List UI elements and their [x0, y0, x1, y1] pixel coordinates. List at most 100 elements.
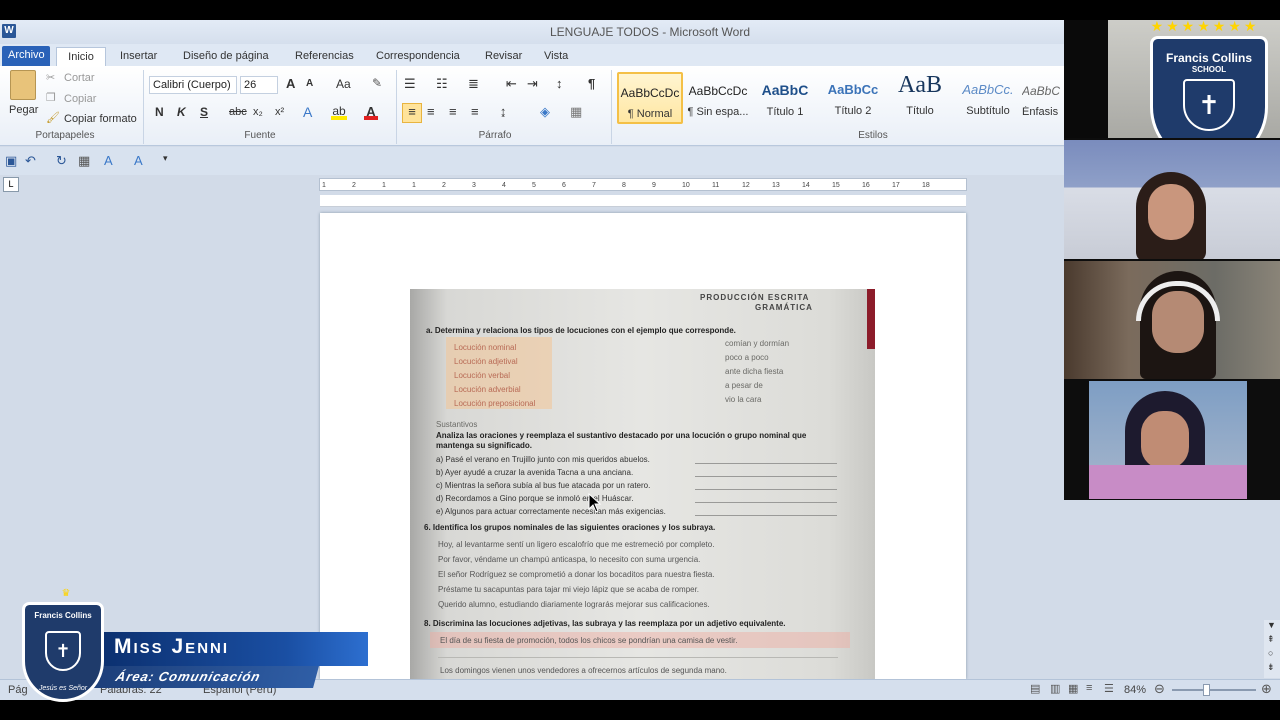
tab-inicio[interactable]: Inicio	[56, 47, 106, 66]
underline-button[interactable]: S	[200, 105, 208, 119]
video-tile-participant-3[interactable]	[1089, 381, 1247, 499]
multilevel-list-icon[interactable]: ≣	[468, 76, 479, 92]
tab-diseno-pagina[interactable]: Diseño de página	[177, 47, 275, 66]
redo-icon[interactable]: ↻	[56, 153, 67, 169]
scroll-down-icon[interactable]: ▼	[1267, 620, 1276, 630]
area-label: Área: Comunicación	[114, 669, 263, 684]
ruler-mark: 1	[412, 182, 416, 189]
shrink-font-button[interactable]: A	[306, 78, 313, 89]
video-tile-school-logo[interactable]: ★★★★★★★ Francis Collins SCHOOL ✝ Jesús e…	[1064, 20, 1280, 138]
align-left-icon[interactable]: ≡	[402, 103, 422, 123]
locution-example: poco a poco	[725, 353, 769, 362]
font-color-qat-icon[interactable]: A	[134, 153, 143, 168]
text-effects-icon[interactable]: A	[303, 104, 312, 120]
style-preview: AaBbCcDc	[688, 84, 748, 98]
font-color-icon[interactable]: A	[364, 104, 378, 120]
outline-icon[interactable]: ≡	[1086, 682, 1092, 694]
sort-icon[interactable]: ↕	[556, 76, 563, 91]
zoom-level[interactable]: 84%	[1124, 684, 1146, 696]
zoom-slider[interactable]	[1172, 689, 1256, 691]
print-layout-icon[interactable]: ▤	[1030, 682, 1040, 695]
align-right-icon[interactable]: ≡	[449, 104, 457, 119]
clear-format-icon[interactable]: ✎	[372, 76, 382, 90]
question-8-item: El día de su fiesta de promoción, todos …	[440, 636, 738, 645]
ruler-mark: 9	[652, 182, 656, 189]
numbering-icon[interactable]: ☷	[436, 76, 448, 92]
question-6: 6. Identifica los grupos nominales de la…	[424, 523, 716, 532]
strikethrough-button[interactable]: abc	[229, 106, 247, 118]
locution-example: comían y dormían	[725, 339, 790, 348]
locution-example: a pesar de	[725, 381, 763, 390]
zoom-out-icon[interactable]: ⊖	[1154, 681, 1165, 697]
worksheet-image[interactable]: PRODUCCIÓN ESCRITA GRAMÁTICA a. Determin…	[410, 289, 875, 679]
shading-icon[interactable]: ◈	[540, 104, 550, 120]
tab-revisar[interactable]: Revisar	[479, 47, 528, 66]
justify-icon[interactable]: ≡	[471, 104, 479, 119]
save-icon[interactable]: ▣	[5, 153, 17, 169]
previous-page-icon[interactable]: ⇞	[1267, 634, 1275, 645]
font-name-combo[interactable]: Calibri (Cuerpo)	[149, 76, 237, 94]
style-normal[interactable]: AaBbCcDc ¶ Normal	[617, 72, 683, 124]
web-layout-icon[interactable]: ▦	[1068, 682, 1078, 695]
ruler-mark: 16	[862, 182, 870, 189]
tab-referencias[interactable]: Referencias	[289, 47, 360, 66]
ruler-mark: 11	[712, 182, 720, 189]
ruler-mark: 8	[622, 182, 626, 189]
zoom-slider-thumb[interactable]	[1203, 684, 1210, 696]
align-center-icon[interactable]: ≡	[427, 104, 435, 119]
grow-font-button[interactable]: A	[286, 76, 295, 91]
style-label: ¶ Sin espa...	[687, 106, 749, 118]
text-effects-qat-icon[interactable]: A	[104, 153, 113, 168]
highlight-icon[interactable]: ab	[331, 104, 347, 120]
subscript-button[interactable]: x₂	[253, 106, 263, 118]
bold-button[interactable]: N	[155, 105, 164, 119]
question-5-item: e) Algunos para actuar correctamente nec…	[436, 507, 666, 516]
borders-icon[interactable]: ▦	[570, 104, 582, 120]
style-sin-espaciado[interactable]: AaBbCcDc ¶ Sin espa...	[685, 72, 751, 124]
question-6-item: Hoy, al levantarme sentí un ligero escal…	[438, 540, 715, 549]
paste-button[interactable]: Pegar	[9, 104, 38, 116]
decrease-indent-icon[interactable]: ⇤	[506, 76, 517, 92]
full-screen-icon[interactable]: ▥	[1050, 682, 1060, 695]
draft-icon[interactable]: ☰	[1104, 682, 1114, 695]
copy-button[interactable]: Copiar	[64, 93, 96, 105]
tab-vista[interactable]: Vista	[538, 47, 574, 66]
line-spacing-icon[interactable]: ↨	[500, 104, 507, 119]
undo-icon[interactable]: ↶	[25, 153, 36, 169]
group-label-parrafo: Párrafo	[478, 130, 512, 141]
style-titulo-2[interactable]: AaBbCc Título 2	[820, 72, 886, 124]
superscript-button[interactable]: x²	[275, 106, 284, 118]
style-preview: AaB	[898, 72, 942, 98]
tab-selector-icon[interactable]: L	[3, 177, 19, 192]
paste-icon[interactable]	[10, 70, 36, 100]
ruler-mark: 1	[382, 182, 386, 189]
copy-icon: ❐	[46, 92, 56, 104]
style-titulo-1[interactable]: AaBbC Título 1	[752, 72, 818, 124]
italic-button[interactable]: K	[177, 105, 186, 119]
style-enfasis[interactable]: AaBbC Énfasis	[1022, 72, 1064, 124]
horizontal-ruler[interactable]: 1 2 1 1 2 3 4 5 6 7 8 9 10 11 12 13 14 15 16 17 18	[319, 178, 967, 191]
tab-archivo[interactable]: Archivo	[2, 46, 50, 66]
change-case-button[interactable]: Aa	[336, 77, 351, 91]
style-titulo[interactable]: AaB Título	[887, 72, 953, 124]
previous-page-bottom	[320, 195, 966, 207]
video-tile-participant-2[interactable]	[1064, 261, 1280, 379]
video-tile-participant-1[interactable]	[1064, 140, 1280, 259]
customize-qat-icon[interactable]: ▾	[163, 153, 168, 164]
format-painter-button[interactable]: Copiar formato	[64, 113, 137, 125]
tab-insertar[interactable]: Insertar	[114, 47, 163, 66]
increase-indent-icon[interactable]: ⇥	[527, 76, 538, 92]
next-page-icon[interactable]: ⇟	[1267, 662, 1275, 673]
cut-button[interactable]: Cortar	[64, 72, 95, 84]
font-size-combo[interactable]: 26	[240, 76, 278, 94]
zoom-in-icon[interactable]: ⊕	[1261, 681, 1272, 697]
browse-object-icon[interactable]: ○	[1268, 648, 1273, 658]
style-subtitulo[interactable]: AaBbCc. Subtítulo	[955, 72, 1021, 124]
table-icon[interactable]: ▦	[78, 153, 90, 169]
vertical-scrollbar[interactable]: ▼ ⇞ ○ ⇟	[1264, 620, 1280, 678]
scissors-icon: ✂	[46, 72, 56, 84]
tab-correspondencia[interactable]: Correspondencia	[370, 47, 466, 66]
pilcrow-icon[interactable]: ¶	[588, 76, 595, 91]
format-painter-icon: 🖌	[46, 112, 60, 124]
bullets-icon[interactable]: ☰	[404, 76, 416, 92]
